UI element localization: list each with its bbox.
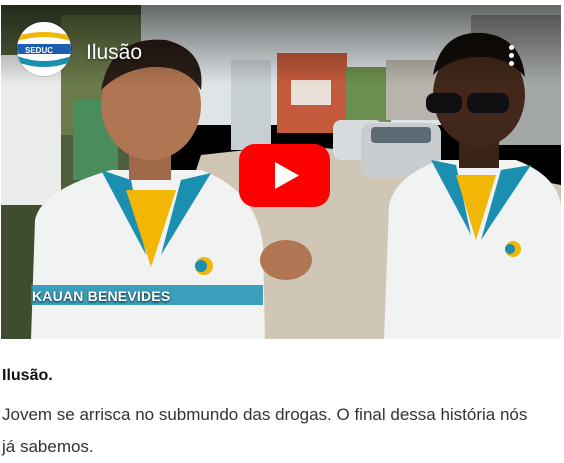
caption-title: Ilusão. bbox=[2, 367, 53, 384]
caption-description: Jovem se arrisca no submundo das drogas.… bbox=[2, 405, 528, 456]
video-title[interactable]: Ilusão bbox=[86, 40, 142, 66]
channel-logo-icon: SEDUC bbox=[17, 22, 71, 76]
channel-logo[interactable]: SEDUC bbox=[17, 22, 71, 76]
video-player[interactable]: SEDUC Ilusão KAUAN BENEVIDES bbox=[1, 5, 561, 339]
title-overlay bbox=[1, 5, 561, 85]
youtube-play-icon[interactable] bbox=[239, 144, 330, 207]
kebab-menu-icon[interactable] bbox=[501, 41, 523, 71]
channel-logo-text: SEDUC bbox=[25, 46, 53, 55]
lower-third-name: KAUAN BENEVIDES bbox=[32, 288, 171, 304]
